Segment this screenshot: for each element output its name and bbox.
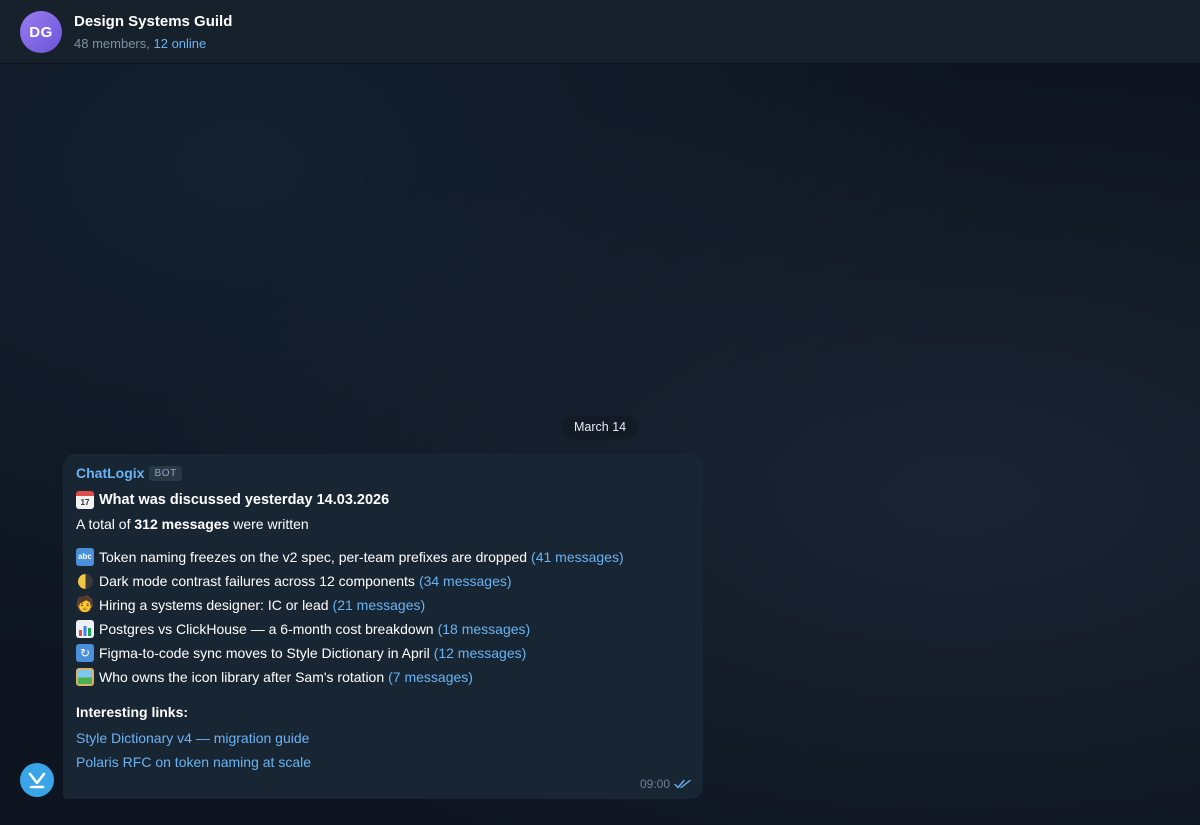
summary-total: A total of 312 messages were written (76, 512, 690, 536)
technologist-icon: 🧑 (75, 596, 95, 613)
chat-title[interactable]: Design Systems Guild (74, 13, 232, 30)
sync-icon: ↻ (76, 644, 94, 662)
sender-name[interactable]: ChatLogix (76, 465, 144, 481)
topic-item: Who owns the icon library after Sam's ro… (76, 665, 690, 689)
topic-item: Dark mode contrast failures across 12 co… (76, 569, 690, 593)
topic-text: Token naming freezes on the v2 spec, per… (99, 549, 528, 565)
topic-text: Who owns the icon library after Sam's ro… (99, 669, 385, 685)
topic-item: Postgres vs ClickHouse — a 6-month cost … (76, 617, 690, 641)
topic-count-link[interactable]: (21 messages) (333, 593, 426, 617)
sender-line: ChatLogix BOT (76, 464, 690, 482)
bot-avatar[interactable] (20, 763, 54, 797)
abc-icon: abc (76, 548, 94, 566)
double-check-icon (674, 779, 691, 789)
message-meta: 09:00 (640, 777, 691, 791)
links-heading: Interesting links: (76, 704, 189, 720)
total-count: 312 messages (134, 516, 230, 532)
topic-count-link[interactable]: (18 messages) (438, 617, 531, 641)
date-separator: March 14 (562, 415, 639, 439)
topic-item: abc Token naming freezes on the v2 spec,… (76, 545, 690, 569)
bot-badge: BOT (149, 465, 182, 481)
summary-title: 17 What was discussed yesterday 14.03.20… (76, 488, 690, 512)
topic-count-link[interactable]: (12 messages) (434, 641, 527, 665)
topic-text: Hiring a systems designer: IC or lead (99, 597, 329, 613)
total-prefix: A total of (76, 516, 135, 532)
topic-text: Postgres vs ClickHouse — a 6-month cost … (99, 621, 434, 637)
topic-text: Dark mode contrast failures across 12 co… (99, 573, 415, 589)
bar-chart-icon (76, 620, 94, 638)
message-bubble[interactable]: ChatLogix BOT 17 What was discussed yest… (63, 454, 703, 799)
chat-subtitle: 48 members, 12 online (74, 36, 206, 51)
total-suffix: were written (229, 516, 309, 532)
chat-header[interactable]: DG Design Systems Guild 48 members, 12 o… (0, 0, 1200, 64)
member-count: 48 members, (74, 36, 150, 51)
link-polaris-rfc[interactable]: Polaris RFC on token naming at scale (76, 750, 690, 774)
message-time: 09:00 (639, 777, 670, 791)
half-moon-icon (76, 572, 94, 590)
topic-count-link[interactable]: (34 messages) (419, 569, 512, 593)
chat-window: DG Design Systems Guild 48 members, 12 o… (0, 0, 1200, 825)
topic-item: 🧑 Hiring a systems designer: IC or lead … (76, 593, 690, 617)
topic-count-link[interactable]: (7 messages) (388, 665, 473, 689)
arrow-down-icon (28, 772, 46, 789)
group-avatar[interactable]: DG (20, 11, 62, 53)
link-style-dictionary[interactable]: Style Dictionary v4 — migration guide (76, 726, 690, 750)
online-count: 12 online (153, 36, 207, 51)
calendar-icon: 17 (76, 491, 94, 509)
summary-title-text: What was discussed yesterday 14.03.2026 (99, 492, 390, 508)
topic-count-link[interactable]: (41 messages) (531, 545, 624, 569)
topic-text: Figma-to-code sync moves to Style Dictio… (99, 645, 430, 661)
framed-picture-icon (76, 668, 94, 686)
topic-item: ↻ Figma-to-code sync moves to Style Dict… (76, 641, 690, 665)
